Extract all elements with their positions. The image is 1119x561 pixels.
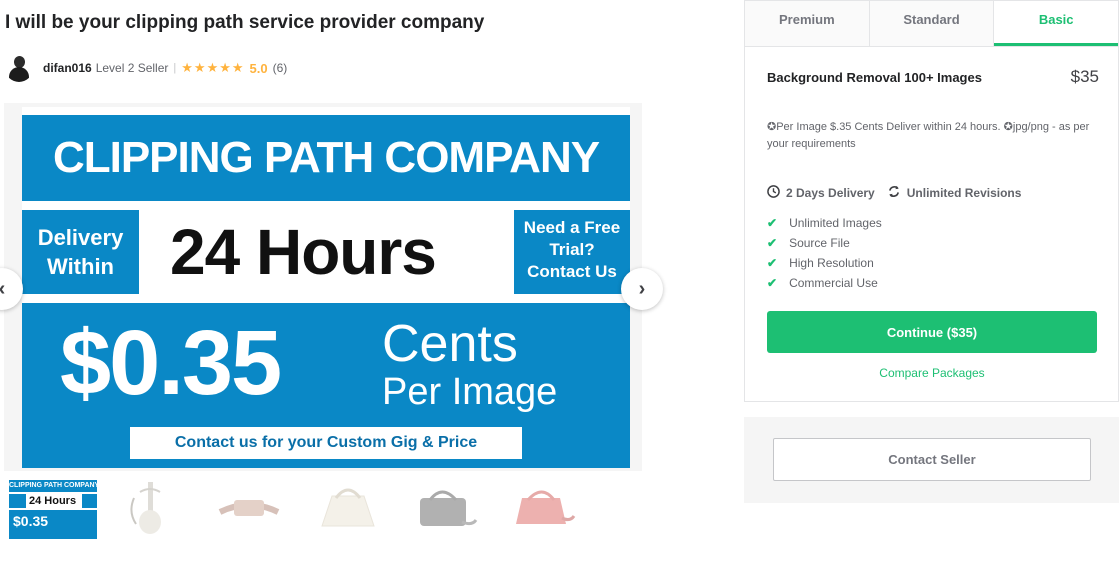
- tab-standard[interactable]: Standard: [869, 1, 995, 46]
- continue-button[interactable]: Continue ($35): [767, 311, 1097, 353]
- contact-seller-button[interactable]: Contact Seller: [773, 438, 1091, 481]
- banner-cents: Cents: [382, 315, 518, 373]
- seller-name-link[interactable]: difan016: [43, 61, 92, 75]
- tab-premium[interactable]: Premium: [745, 1, 870, 46]
- thumbnail-pink-bag[interactable]: [498, 478, 588, 540]
- rating-count-link[interactable]: (6): [273, 61, 288, 75]
- seller-overview: difan016 Level 2 Seller | ★★★★★ 5.0 (6): [5, 54, 287, 82]
- seller-avatar[interactable]: [5, 54, 33, 82]
- banner-headline: CLIPPING PATH COMPANY: [22, 115, 630, 201]
- package-meta: 2 Days Delivery Unlimited Revisions: [767, 185, 1033, 201]
- package-name: Background Removal 100+ Images: [767, 69, 982, 85]
- thumbnail-grey-bag[interactable]: [400, 478, 490, 540]
- revisions: Unlimited Revisions: [887, 185, 1021, 201]
- package-price: $35: [1070, 67, 1099, 86]
- divider: |: [173, 62, 177, 74]
- banner-delivery-box: Delivery Within: [22, 210, 139, 294]
- feature-list: ✔ Unlimited Images ✔ Source File ✔ High Res…: [767, 213, 882, 293]
- package-description: ✪Per Image $.35 Cents Deliver within 24 …: [767, 121, 1090, 150]
- thumbnail-hookah[interactable]: [106, 478, 196, 540]
- thumbnail-white-bag[interactable]: [302, 478, 392, 540]
- gig-gallery: CLIPPING PATH COMPANY Delivery Within 24…: [4, 103, 642, 471]
- seller-level: Level 2 Seller: [95, 61, 169, 75]
- feature-item: ✔ Source File: [767, 236, 850, 250]
- compare-packages-link[interactable]: Compare Packages: [767, 366, 1097, 380]
- check-icon: ✔: [767, 276, 778, 290]
- package-header: Background Removal 100+ Images $35: [767, 67, 1099, 87]
- delivery-time: 2 Days Delivery: [767, 185, 875, 201]
- banner-price: $0.35: [60, 312, 282, 414]
- thumbnail-banner[interactable]: CLIPPING PATH COMPANY 24 Hours $0.35: [8, 478, 98, 540]
- feature-item: ✔ Unlimited Images: [767, 216, 882, 230]
- feature-item: ✔ High Resolution: [767, 256, 874, 270]
- refresh-icon: [887, 185, 901, 201]
- star-rating-icon: ★★★★★: [181, 60, 245, 75]
- clock-icon: [767, 185, 780, 201]
- tab-basic[interactable]: Basic: [994, 1, 1119, 46]
- check-icon: ✔: [767, 256, 778, 270]
- check-icon: ✔: [767, 236, 778, 250]
- feature-item: ✔ Commercial Use: [767, 276, 878, 290]
- thumbnail-strap[interactable]: [204, 478, 294, 540]
- contact-seller-panel: Contact Seller: [744, 417, 1119, 503]
- check-icon: ✔: [767, 216, 778, 230]
- rating-score: 5.0: [249, 60, 268, 76]
- banner-price-box: $0.35 Cents Per Image Contact us for you…: [22, 303, 630, 468]
- gig-title: I will be your clipping path service pro…: [5, 12, 485, 33]
- package-panel: Premium Standard Basic Background Remova…: [744, 0, 1119, 402]
- package-tabs: Premium Standard Basic: [745, 1, 1119, 47]
- banner-trial-box: Need a Free Trial? Contact Us: [514, 210, 630, 294]
- gallery-thumbnails: CLIPPING PATH COMPANY 24 Hours $0.35: [8, 478, 596, 540]
- banner-per-image: Per Image: [382, 371, 558, 413]
- gallery-main-image[interactable]: CLIPPING PATH COMPANY Delivery Within 24…: [22, 107, 630, 468]
- banner-hours: 24 Hours: [170, 216, 437, 288]
- banner-contact: Contact us for your Custom Gig & Price: [130, 427, 522, 459]
- chevron-right-icon[interactable]: ›: [621, 268, 663, 310]
